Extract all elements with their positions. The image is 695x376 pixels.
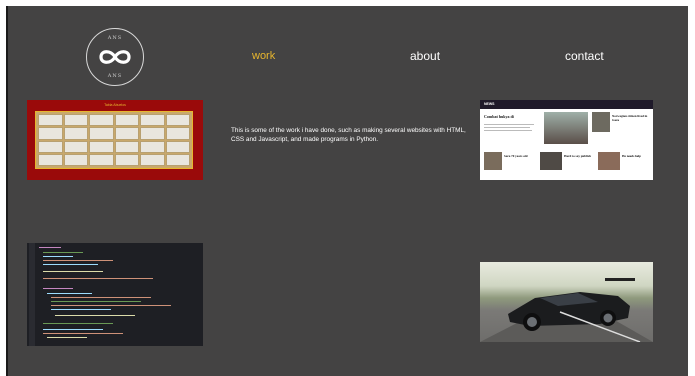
work-description: This is some of the work i have done, su… (231, 127, 466, 144)
nav-contact-link[interactable]: contact (565, 49, 604, 63)
site-logo[interactable]: ANS ANS (86, 28, 144, 86)
news-photo (592, 112, 610, 132)
nav-work-link[interactable]: work (252, 50, 275, 62)
nav-about-link[interactable]: about (410, 49, 440, 63)
car-image (480, 278, 653, 342)
logo-bottom-text: ANS (107, 73, 123, 79)
news-headline: Hard to say publish (564, 154, 591, 158)
news-headline: Combat hukya di (484, 114, 514, 119)
project-thumbnail-table-site[interactable]: Tabla Abuelos (27, 100, 203, 180)
news-headline: He needs help (622, 154, 641, 158)
project-thumbnail-news-site[interactable]: NEWS Combat hukya di Norwegian citizen l… (480, 100, 653, 180)
news-header-bar: NEWS (480, 100, 653, 109)
portfolio-page: ANS ANS work about contact Tabla Abuelos… (6, 6, 688, 376)
news-photo (484, 152, 502, 170)
news-photo (544, 112, 588, 144)
project-thumbnail-car-site[interactable] (480, 262, 653, 342)
news-photo (598, 152, 620, 170)
table-site-title: Tabla Abuelos (104, 103, 126, 107)
news-logo: NEWS (484, 102, 495, 106)
table-grid (35, 111, 193, 169)
news-headline: Norwegian citizen lived in Gaza (612, 114, 648, 122)
news-photo (540, 152, 562, 170)
news-headline: Sara 70 years old (504, 154, 528, 158)
project-thumbnail-python-code[interactable] (27, 243, 203, 346)
infinity-icon (99, 50, 131, 64)
logo-top-text: ANS (107, 35, 123, 41)
